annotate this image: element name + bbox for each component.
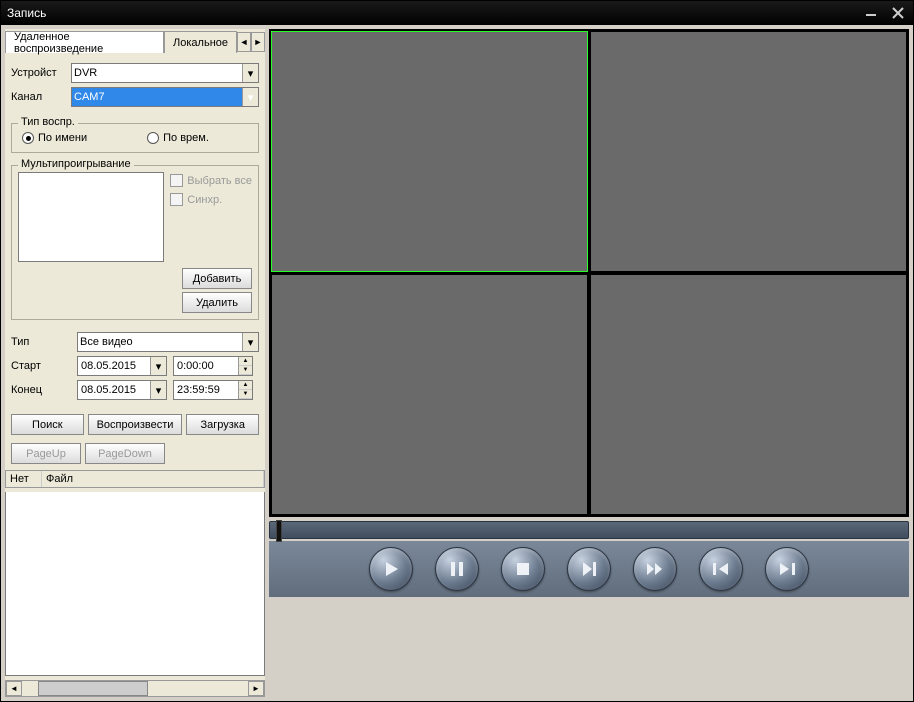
timeline-handle[interactable]: [276, 520, 282, 542]
scroll-left-icon[interactable]: ◄: [6, 681, 22, 696]
type-value: Все видео: [80, 336, 133, 348]
spin-down-icon[interactable]: ▼: [239, 390, 252, 399]
spin-down-icon[interactable]: ▼: [239, 366, 252, 375]
video-cell-1[interactable]: [271, 31, 588, 272]
chevron-down-icon: ▾: [150, 381, 166, 399]
window-title: Запись: [7, 6, 46, 20]
close-button[interactable]: [889, 6, 907, 20]
pageup-button[interactable]: PageUp: [11, 443, 81, 464]
device-value: DVR: [74, 67, 97, 79]
video-grid: [269, 29, 909, 517]
step-forward-button[interactable]: [567, 547, 611, 591]
end-time-value: 23:59:59: [177, 384, 220, 396]
checkbox-icon: [170, 174, 183, 187]
multiplay-group: Мультипроигрывание Выбрать все Синхр.: [11, 165, 259, 320]
checkbox-select-all[interactable]: Выбрать все: [170, 174, 252, 187]
end-time-spinner[interactable]: 23:59:59 ▲▼: [173, 380, 253, 400]
radio-by-name-label: По имени: [38, 132, 87, 144]
search-button[interactable]: Поиск: [11, 414, 84, 435]
pause-icon: [447, 559, 467, 579]
play-button[interactable]: Воспроизвести: [88, 414, 183, 435]
skip-next-button[interactable]: [765, 547, 809, 591]
multiplay-title: Мультипроигрывание: [18, 158, 134, 170]
radio-by-time-label: По врем.: [163, 132, 209, 144]
skip-prev-icon: [711, 559, 731, 579]
stop-icon: [513, 559, 533, 579]
fast-forward-icon: [645, 559, 665, 579]
play-icon: [381, 559, 401, 579]
video-cell-3[interactable]: [271, 274, 588, 515]
channel-value: CAM7: [74, 91, 105, 103]
multiplay-list[interactable]: [18, 172, 164, 262]
playback-type-group: Тип воспр. По имени По врем.: [11, 123, 259, 153]
playback-type-title: Тип воспр.: [18, 116, 78, 128]
file-list[interactable]: [5, 492, 265, 676]
play-control-button[interactable]: [369, 547, 413, 591]
radio-by-name[interactable]: По имени: [22, 132, 87, 144]
channel-label: Канал: [11, 91, 67, 103]
checkbox-sync[interactable]: Синхр.: [170, 193, 252, 206]
end-label: Конец: [11, 384, 71, 396]
scroll-thumb[interactable]: [38, 681, 148, 696]
tab-scroll-right[interactable]: ►: [251, 32, 265, 52]
sync-label: Синхр.: [187, 194, 222, 206]
video-cell-4[interactable]: [590, 274, 907, 515]
end-date-value: 08.05.2015: [81, 384, 136, 396]
start-label: Старт: [11, 360, 71, 372]
start-date-picker[interactable]: 08.05.2015 ▾: [77, 356, 167, 376]
app-window: Запись Удаленное воспроизведение Локальн…: [0, 0, 914, 702]
delete-button[interactable]: Удалить: [182, 292, 252, 313]
checkbox-icon: [170, 193, 183, 206]
main-area: [269, 29, 909, 697]
spin-up-icon[interactable]: ▲: [239, 381, 252, 390]
footer-space: [269, 597, 909, 697]
fast-forward-button[interactable]: [633, 547, 677, 591]
pagedown-button[interactable]: PageDown: [85, 443, 165, 464]
skip-next-icon: [777, 559, 797, 579]
tab-remote-playback[interactable]: Удаленное воспроизведение: [5, 31, 164, 53]
channel-dropdown[interactable]: CAM7 ▾: [71, 87, 259, 107]
add-button[interactable]: Добавить: [182, 268, 252, 289]
radio-icon: [22, 132, 34, 144]
file-table-header: Нет Файл: [5, 470, 265, 488]
sidebar: Удаленное воспроизведение Локальное ◄ ► …: [5, 29, 265, 697]
tab-bar: Удаленное воспроизведение Локальное ◄ ►: [5, 29, 265, 55]
radio-icon: [147, 132, 159, 144]
chevron-down-icon: ▾: [242, 333, 258, 351]
chevron-down-icon: ▾: [242, 64, 258, 82]
tab-local-playback[interactable]: Локальное: [164, 31, 237, 53]
step-icon: [579, 559, 599, 579]
start-time-value: 0:00:00: [177, 360, 214, 372]
stop-control-button[interactable]: [501, 547, 545, 591]
col-file[interactable]: Файл: [42, 471, 264, 487]
end-date-picker[interactable]: 08.05.2015 ▾: [77, 380, 167, 400]
type-dropdown[interactable]: Все видео ▾: [77, 332, 259, 352]
device-dropdown[interactable]: DVR ▾: [71, 63, 259, 83]
radio-by-time[interactable]: По врем.: [147, 132, 209, 144]
select-all-label: Выбрать все: [187, 175, 252, 187]
chevron-down-icon: ▾: [150, 357, 166, 375]
titlebar: Запись: [1, 1, 913, 25]
video-cell-2[interactable]: [590, 31, 907, 272]
horizontal-scrollbar[interactable]: ◄ ►: [5, 680, 265, 697]
start-date-value: 08.05.2015: [81, 360, 136, 372]
playback-controls: [269, 541, 909, 597]
chevron-down-icon: ▾: [242, 88, 258, 106]
download-button[interactable]: Загрузка: [186, 414, 259, 435]
start-time-spinner[interactable]: 0:00:00 ▲▼: [173, 356, 253, 376]
pause-control-button[interactable]: [435, 547, 479, 591]
type-label: Тип: [11, 336, 71, 348]
minimize-button[interactable]: [863, 6, 881, 20]
skip-previous-button[interactable]: [699, 547, 743, 591]
device-label: Устройст: [11, 67, 67, 79]
scroll-right-icon[interactable]: ►: [248, 681, 264, 696]
col-no[interactable]: Нет: [6, 471, 42, 487]
timeline-slider[interactable]: [269, 521, 909, 539]
tab-scroll-left[interactable]: ◄: [237, 32, 251, 52]
spin-up-icon[interactable]: ▲: [239, 357, 252, 366]
